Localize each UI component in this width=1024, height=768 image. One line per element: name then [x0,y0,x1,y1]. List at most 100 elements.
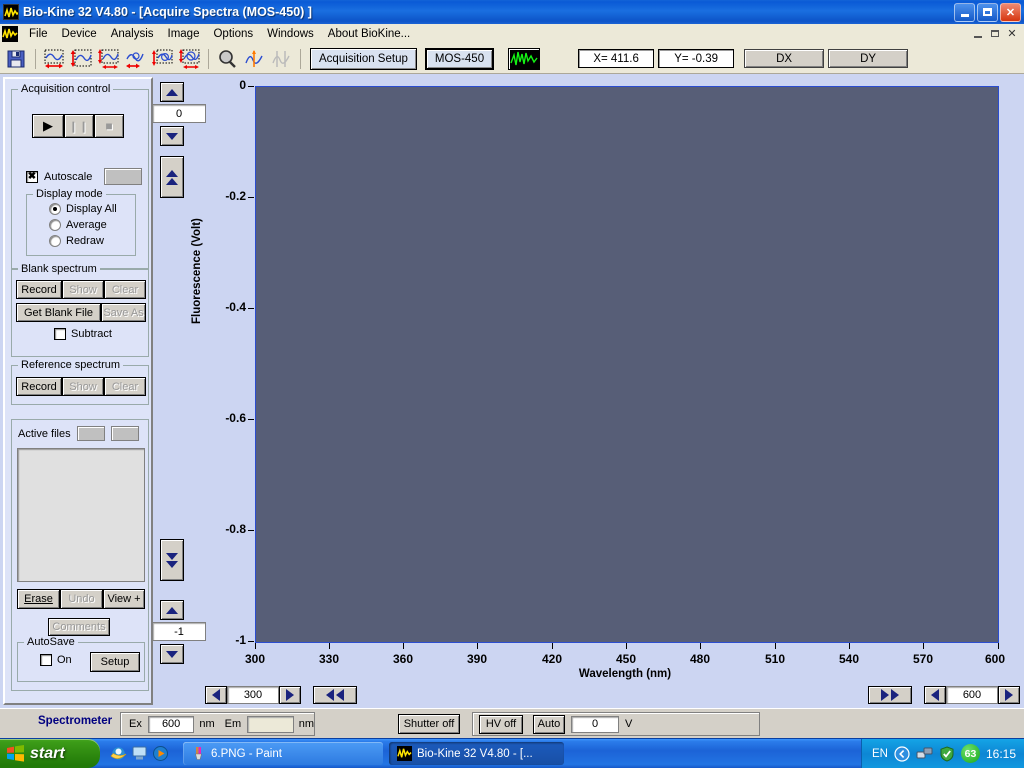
comments-button: Comments [48,618,110,636]
menu-file[interactable]: File [22,26,55,42]
start-button[interactable]: start [0,739,100,768]
maximize-button[interactable] [977,3,998,22]
xmin-value-field[interactable]: 300 [227,686,279,704]
taskbar-paint[interactable]: 6.PNG - Paint [183,742,383,765]
minimize-button[interactable] [954,3,975,22]
waveform-icon [3,4,19,20]
chevron-up-icon [166,170,178,177]
subtract-label: Subtract [71,328,112,340]
xmin-decrease-button[interactable] [205,686,227,704]
mdi-minimize-button[interactable] [970,27,986,41]
menu-image[interactable]: Image [161,26,207,42]
zoom-box-icon[interactable] [176,47,202,71]
voltage-unit: V [625,718,632,730]
blank-save-as-button: Save As [101,303,146,322]
blank-record-button[interactable]: Record [16,280,62,299]
voltage-input[interactable]: 0 [571,716,619,733]
plot-canvas[interactable] [255,86,999,643]
oscilloscope-icon[interactable] [508,48,540,70]
autoscale-checkbox[interactable]: ✖ [26,171,38,183]
radio-average[interactable]: Average [49,219,107,231]
radio-redraw[interactable]: Redraw [49,235,104,247]
radio-display-all[interactable]: Display All [49,203,117,215]
chevron-right-icon [881,689,889,701]
plot-container: 0 -1 0 -0.2 -0 [155,74,1024,708]
window-title: Bio-Kine 32 V4.80 - [Acquire Spectra (MO… [23,5,312,19]
em-input[interactable] [247,716,294,733]
menu-options[interactable]: Options [206,26,260,42]
show-hidden-icons-icon [894,746,910,762]
ymin-decrease-button[interactable] [160,644,184,664]
language-indicator[interactable]: EN [872,748,888,760]
toolbar-separator [300,49,301,69]
mdi-close-button[interactable]: ✕ [1004,27,1020,41]
xaxis-pan-left-button[interactable] [313,686,357,704]
chevron-left-icon [212,689,220,701]
autosave-on-label: On [57,654,72,666]
radio-display-all-button[interactable] [49,203,61,215]
acquisition-setup-button[interactable]: Acquisition Setup [310,48,417,70]
ymax-decrease-button[interactable] [160,126,184,146]
security-shield-icon [939,746,955,762]
battery-icon[interactable]: 63 [961,744,980,763]
chevron-up-icon [166,89,178,96]
magnifier-icon[interactable] [214,47,240,71]
autoscale-value-field [104,168,142,185]
x-readout: X= 411.6 [578,49,654,68]
ex-input[interactable]: 600 [148,716,195,733]
zoom-horizontal-icon[interactable] [122,47,148,71]
file-list[interactable] [17,448,145,582]
radio-average-button[interactable] [49,219,61,231]
subtract-checkbox[interactable] [54,328,66,340]
yaxis-pan-down-button[interactable] [160,539,184,581]
get-blank-file-button[interactable]: Get Blank File [16,303,101,322]
radio-average-label: Average [66,219,107,231]
waveform-icon [397,746,412,761]
play-button[interactable]: ▶ [32,114,64,138]
blank-spectrum-group: Blank spectrum Record Show Clear Get Bla… [11,269,149,357]
auto-button[interactable]: Auto [533,715,565,734]
menu-analysis[interactable]: Analysis [104,26,161,42]
close-button[interactable]: ✕ [1000,3,1021,22]
fit-horizontal-icon[interactable] [41,47,67,71]
ymin-value-field[interactable]: -1 [152,622,206,641]
taskbar-biokine[interactable]: Bio-Kine 32 V4.80 - [... [389,742,564,765]
quick-launch-bar [104,745,175,762]
xaxis-pan-right-button[interactable] [868,686,912,704]
reference-record-button[interactable]: Record [16,377,62,396]
yaxis-pan-up-button[interactable] [160,156,184,198]
stop-button[interactable]: ■ [94,114,124,138]
x-tick-label: 570 [905,652,941,666]
view-plus-button[interactable]: View + [103,589,145,609]
fit-both-icon[interactable] [95,47,121,71]
xmin-increase-button[interactable] [279,686,301,704]
menu-about[interactable]: About BioKine... [321,26,417,42]
show-desktop-icon [131,745,148,762]
chevron-left-icon [336,689,344,701]
ymax-increase-button[interactable] [160,82,184,102]
x-min-controls: 300 [205,686,357,704]
xmax-increase-button[interactable] [998,686,1020,704]
ymax-value-field[interactable]: 0 [152,104,206,123]
save-icon[interactable] [3,47,29,71]
menu-device[interactable]: Device [55,26,104,42]
chevron-up-icon [166,178,178,185]
radio-redraw-button[interactable] [49,235,61,247]
ymin-increase-button[interactable] [160,600,184,620]
shutter-button[interactable]: Shutter off [398,714,460,734]
xmax-decrease-button[interactable] [924,686,946,704]
pause-button[interactable]: ❙❙ [64,114,94,138]
autosave-on-checkbox[interactable] [40,654,52,666]
hv-button[interactable]: HV off [479,715,523,734]
y-tick-label: -0.4 [225,300,246,314]
xmax-value-field[interactable]: 600 [946,686,998,704]
zoom-vertical-icon[interactable] [149,47,175,71]
erase-button[interactable]: Erase [17,589,60,609]
autosave-setup-button[interactable]: Setup [90,652,140,672]
menu-windows[interactable]: Windows [260,26,321,42]
fit-vertical-icon[interactable] [68,47,94,71]
cursor-peak-icon[interactable] [241,47,267,71]
clock: 16:15 [986,747,1016,761]
mdi-restore-button[interactable] [987,27,1003,41]
device-button[interactable]: MOS-450 [425,48,494,70]
